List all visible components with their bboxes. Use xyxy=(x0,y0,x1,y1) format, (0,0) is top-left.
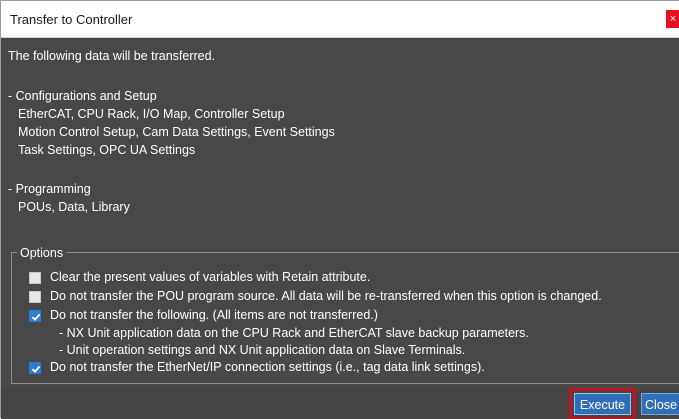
config-line: Motion Control Setup, Cam Data Settings,… xyxy=(18,125,335,139)
check-icon xyxy=(31,365,41,373)
config-section-header: - Configurations and Setup xyxy=(8,89,157,103)
option-subitem: - NX Unit application data on the CPU Ra… xyxy=(59,326,529,340)
pou-source-label: Do not transfer the POU program source. … xyxy=(50,289,602,303)
title-bar: Transfer to Controller × xyxy=(1,1,679,38)
ethernetip-checkbox[interactable] xyxy=(29,362,41,374)
execute-button[interactable]: Execute xyxy=(569,388,636,419)
programming-line: POUs, Data, Library xyxy=(18,200,130,214)
options-legend: Options xyxy=(17,246,67,260)
pou-source-checkbox[interactable] xyxy=(29,291,41,303)
config-line: Task Settings, OPC UA Settings xyxy=(18,143,196,157)
dialog-content: The following data will be transferred. … xyxy=(1,38,679,419)
option-subitem: - Unit operation settings and NX Unit ap… xyxy=(59,343,466,357)
retain-clear-label: Clear the present values of variables wi… xyxy=(50,270,371,284)
programming-section-header: - Programming xyxy=(8,182,91,196)
retain-clear-checkbox[interactable] xyxy=(29,272,41,284)
intro-text: The following data will be transferred. xyxy=(8,49,216,63)
transfer-dialog: Transfer to Controller × The following d… xyxy=(0,0,679,419)
config-line: EtherCAT, CPU Rack, I/O Map, Controller … xyxy=(18,107,285,121)
no-transfer-following-checkbox[interactable] xyxy=(29,310,41,322)
dialog-title: Transfer to Controller xyxy=(10,12,133,27)
check-icon xyxy=(31,313,41,321)
no-transfer-following-label: Do not transfer the following. (All item… xyxy=(50,308,378,322)
ethernetip-label: Do not transfer the EtherNet/IP connecti… xyxy=(50,360,485,374)
close-button[interactable]: Close xyxy=(641,393,679,415)
close-icon[interactable]: × xyxy=(666,10,679,28)
button-bar: Execute Close xyxy=(1,388,679,419)
